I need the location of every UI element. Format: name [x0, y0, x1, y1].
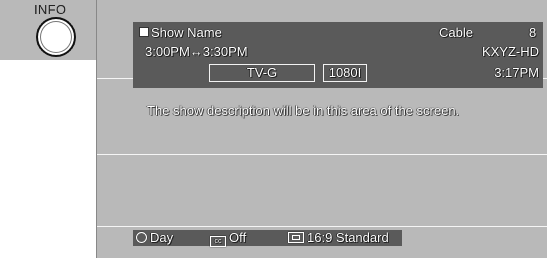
- closed-caption-label: Off: [229, 230, 247, 245]
- show-name: Show Name: [139, 26, 222, 40]
- sleep-timer-status: Day: [133, 230, 208, 246]
- square-icon: [139, 27, 149, 37]
- aspect-ratio-label: 16:9 Standard: [307, 230, 389, 245]
- aspect-ratio-status: 16:9 Standard: [285, 230, 402, 246]
- info-banner: Show Name Cable 8 3:00PM↔3:30PM KXYZ-HD …: [133, 22, 543, 88]
- aspect-ratio-icon: [288, 232, 304, 243]
- rating-badge: TV-G: [209, 64, 315, 82]
- channel-number: 8: [529, 25, 537, 40]
- current-time: 3:17PM: [494, 65, 539, 80]
- show-description: The show description will be in this are…: [147, 103, 460, 118]
- info-label: INFO: [34, 2, 67, 17]
- tv-screen: Show Name Cable 8 3:00PM↔3:30PM KXYZ-HD …: [96, 0, 547, 258]
- divider-line: [97, 226, 547, 227]
- show-name-text: Show Name: [151, 25, 222, 40]
- remote-info-panel: INFO: [0, 0, 96, 60]
- resolution-badge: 1080I: [323, 64, 367, 82]
- divider-line: [97, 154, 547, 155]
- sleep-timer-label: Day: [150, 230, 174, 245]
- station-call-sign: KXYZ-HD: [481, 44, 539, 59]
- show-time-range: 3:00PM↔3:30PM: [145, 44, 248, 59]
- status-bar: Day cc Off 16:9 Standard: [133, 230, 547, 247]
- closed-caption-status: cc Off: [207, 230, 286, 247]
- closed-caption-icon: cc: [210, 236, 226, 247]
- input-source: Cable: [439, 25, 473, 40]
- clock-icon: [136, 232, 147, 243]
- info-button[interactable]: [36, 17, 76, 57]
